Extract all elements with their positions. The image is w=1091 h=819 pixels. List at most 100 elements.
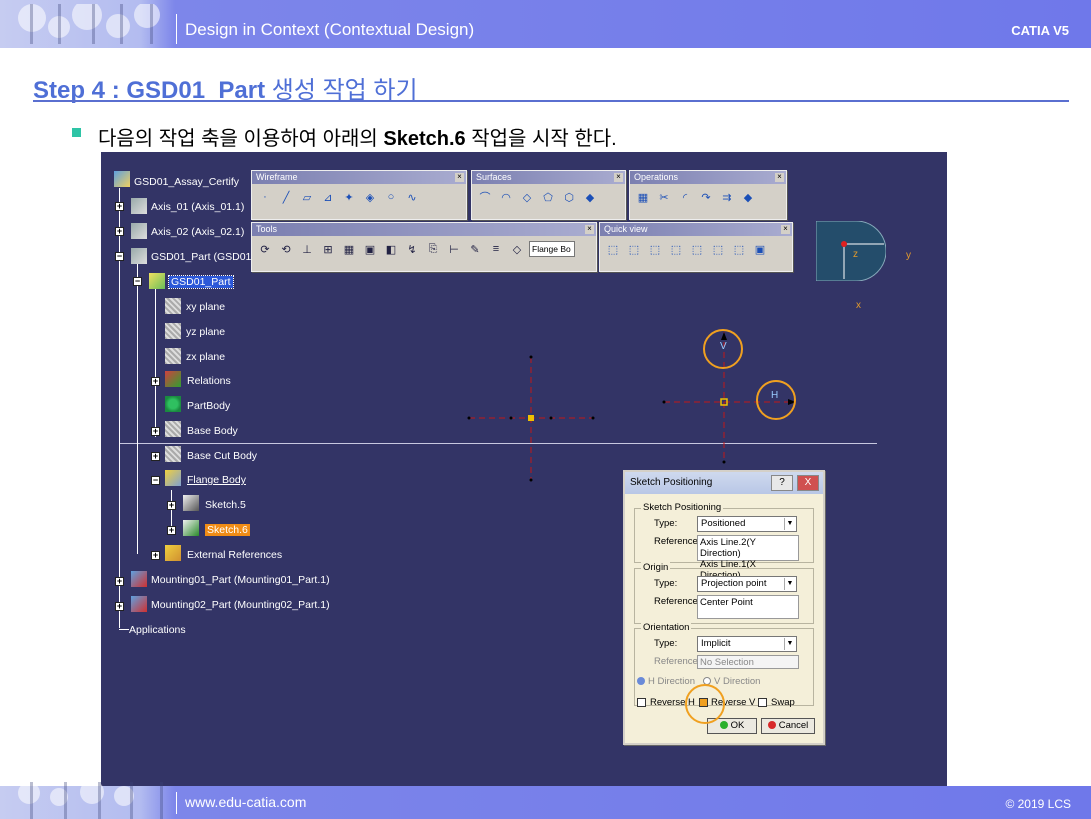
- tree-axis2[interactable]: Axis_02 (Axis_02.1): [151, 224, 244, 240]
- orientation-reference-field[interactable]: No Selection: [697, 655, 799, 669]
- expand-toggle[interactable]: +: [151, 551, 160, 560]
- axis-system-icon[interactable]: ⊥: [298, 240, 316, 258]
- translate-icon[interactable]: ↷: [697, 188, 715, 206]
- close-button[interactable]: X: [797, 475, 819, 491]
- named-views-icon[interactable]: ▣: [751, 240, 769, 258]
- expand-toggle[interactable]: +: [167, 501, 176, 510]
- body-select-combo[interactable]: Flange Bo: [529, 241, 575, 257]
- cancel-button[interactable]: Cancel: [761, 718, 815, 734]
- h-direction-radio[interactable]: H Direction: [637, 676, 695, 687]
- split-icon[interactable]: ✂: [655, 188, 673, 206]
- bottom-view-icon[interactable]: ⬚: [730, 240, 748, 258]
- intersection-icon[interactable]: ✦: [340, 188, 358, 206]
- origin-type-select[interactable]: Projection point ▼: [697, 576, 797, 592]
- tree-relations[interactable]: Relations: [187, 373, 231, 389]
- tree-partbody[interactable]: PartBody: [187, 398, 230, 414]
- close-icon[interactable]: ×: [775, 173, 784, 182]
- tree-applications[interactable]: Applications: [129, 622, 186, 638]
- extrapolate-icon[interactable]: ⇉: [718, 188, 736, 206]
- tree-axis1[interactable]: Axis_01 (Axis_01.1): [151, 199, 244, 215]
- projection-icon[interactable]: ⊿: [319, 188, 337, 206]
- close-icon[interactable]: ×: [614, 173, 623, 182]
- expand-toggle[interactable]: +: [167, 526, 176, 535]
- tree-base-cut-body[interactable]: Base Cut Body: [187, 448, 257, 464]
- top-view-icon[interactable]: ⬚: [709, 240, 727, 258]
- toolbar-quickview[interactable]: Quick view × ⬚ ⬚ ⬚ ⬚ ⬚ ⬚ ⬚ ▣: [599, 222, 793, 272]
- front-view-icon[interactable]: ⬚: [625, 240, 643, 258]
- back-view-icon[interactable]: ⬚: [646, 240, 664, 258]
- close-icon[interactable]: ×: [455, 173, 464, 182]
- positioning-type-select[interactable]: Positioned ▼: [697, 516, 797, 532]
- expand-toggle[interactable]: +: [115, 227, 124, 236]
- toolbar-surfaces[interactable]: Surfaces × ⌒ ◠ ◇ ⬠ ⬡ ◆: [471, 170, 626, 220]
- body-icon[interactable]: ◇: [508, 240, 526, 258]
- hide-icon[interactable]: ↯: [403, 240, 421, 258]
- tree-mounting01[interactable]: Mounting01_Part (Mounting01_Part.1): [151, 572, 330, 588]
- toolbar-operations[interactable]: Operations × ▦ ✂ ◜ ↷ ⇉ ◆: [629, 170, 787, 220]
- tree-gsd-part[interactable]: GSD01_Part (GSD01: [151, 249, 251, 265]
- reverse-h-checkbox[interactable]: [637, 698, 646, 707]
- collapse-toggle[interactable]: −: [133, 277, 142, 286]
- swap-checkbox[interactable]: [758, 698, 767, 707]
- tree-base-body[interactable]: Base Body: [187, 423, 238, 439]
- iso-view-icon[interactable]: ⬚: [604, 240, 622, 258]
- toolbar-tools[interactable]: Tools × ⟳ ⟲ ⊥ ⊞ ▦ ▣ ◧ ↯ ⎘ ⊢ ✎ ≡ ◇ Flange …: [251, 222, 597, 272]
- tree-sketch5[interactable]: Sketch.5: [205, 497, 246, 513]
- extrude-icon[interactable]: ⌒: [476, 188, 494, 206]
- tree-sketch6[interactable]: Sketch.6: [205, 522, 250, 538]
- revolve-icon[interactable]: ◠: [497, 188, 515, 206]
- expand-toggle[interactable]: +: [115, 577, 124, 586]
- work-on-support-icon[interactable]: ⊞: [319, 240, 337, 258]
- update-all-icon[interactable]: ⟲: [277, 240, 295, 258]
- orientation-type-select[interactable]: Implicit ▼: [697, 636, 797, 652]
- plane-tool-icon[interactable]: ▱: [298, 188, 316, 206]
- tree-root[interactable]: GSD01_Assay_Certify: [134, 174, 239, 190]
- loft-icon[interactable]: ⬡: [560, 188, 578, 206]
- collapse-toggle[interactable]: −: [151, 476, 160, 485]
- tree-flange-body[interactable]: Flange Body: [187, 472, 246, 488]
- blend-icon[interactable]: ◆: [581, 188, 599, 206]
- toolbar-title: Surfaces ×: [472, 171, 625, 184]
- join-icon[interactable]: ▦: [634, 188, 652, 206]
- collapse-toggle[interactable]: −: [115, 252, 124, 261]
- expand-toggle[interactable]: +: [151, 452, 160, 461]
- tree-icon[interactable]: ⊢: [445, 240, 463, 258]
- help-button[interactable]: ?: [771, 475, 793, 491]
- list-icon[interactable]: ≡: [487, 240, 505, 258]
- expand-toggle[interactable]: +: [151, 377, 160, 386]
- expand-toggle[interactable]: +: [115, 602, 124, 611]
- close-icon[interactable]: ×: [585, 225, 594, 234]
- origin-reference-field[interactable]: Center Point: [697, 595, 799, 619]
- expand-toggle[interactable]: +: [151, 427, 160, 436]
- grid-icon[interactable]: ▦: [340, 240, 358, 258]
- fillet-icon[interactable]: ◜: [676, 188, 694, 206]
- left-view-icon[interactable]: ⬚: [667, 240, 685, 258]
- snap-icon[interactable]: ◧: [382, 240, 400, 258]
- tree-zx-plane[interactable]: zx plane: [186, 349, 225, 365]
- right-view-icon[interactable]: ⬚: [688, 240, 706, 258]
- circle-icon[interactable]: ○: [382, 188, 400, 206]
- fill-icon[interactable]: ⬠: [539, 188, 557, 206]
- offset-icon[interactable]: ◈: [361, 188, 379, 206]
- catalog-icon[interactable]: ⎘: [424, 240, 442, 258]
- measure-icon[interactable]: ✎: [466, 240, 484, 258]
- spline-icon[interactable]: ∿: [403, 188, 421, 206]
- positioning-reference-field[interactable]: Axis Line.2(Y Direction)Axis Line.1(X Di…: [697, 535, 799, 581]
- compass-widget[interactable]: [816, 221, 886, 281]
- expand-toggle[interactable]: +: [115, 202, 124, 211]
- point-icon[interactable]: ·: [256, 188, 274, 206]
- sweep-icon[interactable]: ◇: [518, 188, 536, 206]
- boundary-icon[interactable]: ◆: [739, 188, 757, 206]
- tree-gsd-part-node[interactable]: GSD01_Part: [168, 274, 234, 290]
- line-icon[interactable]: ╱: [277, 188, 295, 206]
- datum-icon[interactable]: ▣: [361, 240, 379, 258]
- tree-yz-plane[interactable]: yz plane: [186, 324, 225, 340]
- tree-external-references[interactable]: External References: [187, 547, 282, 563]
- toolbar-wireframe[interactable]: Wireframe × · ╱ ▱ ⊿ ✦ ◈ ○ ∿: [251, 170, 467, 220]
- footer-url[interactable]: www.edu-catia.com: [185, 794, 306, 810]
- tree-xy-plane[interactable]: xy plane: [186, 299, 225, 315]
- catia-viewport[interactable]: GSD01_Assay_Certify + Axis_01 (Axis_01.1…: [101, 152, 947, 786]
- close-icon[interactable]: ×: [781, 225, 790, 234]
- update-icon[interactable]: ⟳: [256, 240, 274, 258]
- tree-mounting02[interactable]: Mounting02_Part (Mounting02_Part.1): [151, 597, 330, 613]
